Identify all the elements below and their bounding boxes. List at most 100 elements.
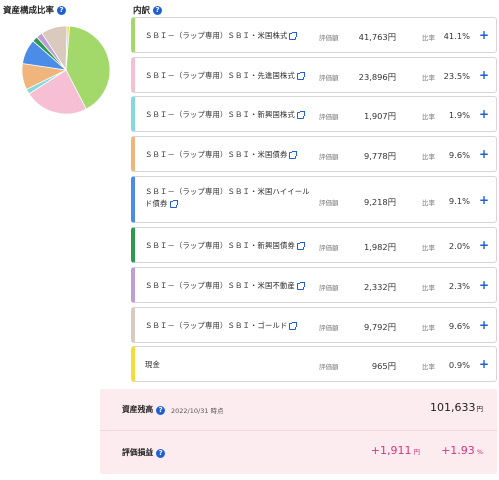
holding-name[interactable]: ＳＢＩ－（ラップ専用）ＳＢＩ・米国株式 [145,30,315,42]
profit-loss-rate-value: +1.93 [441,444,475,457]
holding-name[interactable]: ＳＢＩ－（ラップ専用）ＳＢＩ・新興国債券 [145,240,315,252]
holding-name-text[interactable]: ＳＢＩ－（ラップ専用）ＳＢＩ・米国債券 [145,150,287,159]
holding-name-text[interactable]: ＳＢＩ－（ラップ専用）ＳＢＩ・新興国債券 [145,241,295,250]
holding-ratio: 23.5% [443,71,470,81]
holding-name-text[interactable]: ＳＢＩ－（ラップ専用）ＳＢＩ・新興国株式 [145,110,295,119]
eval-label: 評価額 [319,74,339,82]
holding-card: ＳＢＩ－（ラップ専用）ＳＢＩ・先進国株式 評価額 23,896円 比率 23.5% + [131,57,497,93]
holding-amount: 9,792円 [363,322,396,332]
eval-label: 評価額 [319,244,339,252]
holding-card: ＳＢＩ－（ラップ専用）ＳＢＩ・米国株式 評価額 41,763円 比率 41.1% + [131,17,497,53]
eval-label: 評価額 [319,363,339,371]
ratio-label: 比率 [422,34,435,42]
ratio-label: 比率 [422,284,435,292]
holding-amount: 1,982円 [363,242,396,252]
holding-name-text[interactable]: ＳＢＩ－（ラップ専用）ＳＢＩ・米国株式 [145,31,287,40]
expand-plus-icon[interactable]: + [479,238,489,252]
holding-name[interactable]: ＳＢＩ－（ラップ専用）ＳＢＩ・ゴールド [145,320,315,332]
ratio-label: 比率 [422,363,435,371]
breakdown-title-text: 内訳 [133,6,151,16]
holding-card: ＳＢＩ－（ラップ専用）ＳＢＩ・新興国株式 評価額 1,907円 比率 1.9% + [131,96,497,132]
eval-label: 評価額 [319,113,339,121]
profit-loss-rate-unit: % [476,448,483,456]
balance-amount: 101,633円 [430,401,483,414]
profit-loss-label: 評価損益? [122,447,166,458]
ratio-label: 比率 [422,198,435,207]
help-icon[interactable]: ? [153,6,163,15]
balance-unit: 円 [476,405,484,413]
expand-plus-icon[interactable]: + [479,107,489,121]
external-link-icon[interactable] [296,110,305,119]
ratio-label: 比率 [422,113,435,121]
holding-amount: 9,218円 [363,196,396,207]
holding-amount: 965円 [371,361,396,371]
profit-loss-amount: +1,911 円 [371,444,420,457]
holding-ratio: 1.9% [448,110,470,120]
expand-plus-icon[interactable]: + [479,68,489,82]
composition-title-text: 資産構成比率 [3,6,55,16]
holding-name[interactable]: ＳＢＩ－（ラップ専用）ＳＢＩ・米国不動産 [145,280,315,292]
holding-name[interactable]: ＳＢＩ－（ラップ専用）ＳＢＩ・新興国株式 [145,109,315,121]
eval-label: 評価額 [319,284,339,292]
ratio-label: 比率 [422,74,435,82]
holding-name-text[interactable]: ＳＢＩ－（ラップ専用）ＳＢＩ・米国不動産 [145,281,295,290]
pie-svg [21,25,111,115]
profit-loss-label-text: 評価損益 [122,448,154,457]
expand-plus-icon[interactable]: + [479,147,489,161]
holding-name[interactable]: ＳＢＩ－（ラップ専用）ＳＢＩ・米国債券 [145,149,315,161]
profit-loss-rate: +1.93% [441,444,483,457]
holding-ratio: 9.6% [448,150,470,160]
divider [100,430,497,431]
holding-amount: 9,778円 [363,151,396,161]
ratio-label: 比率 [422,153,435,161]
holding-amount: 1,907円 [363,111,396,121]
eval-label: 評価額 [319,324,339,332]
holding-name-text[interactable]: ＳＢＩ－（ラップ専用）ＳＢＩ・ゴールド [145,321,287,330]
holding-amount: 23,896円 [358,72,396,82]
external-link-icon[interactable] [169,199,178,208]
external-link-icon[interactable] [296,241,305,250]
balance-label: 資産残高? [122,404,166,415]
holding-ratio: 2.0% [448,241,470,251]
help-icon[interactable]: ? [156,405,166,415]
ratio-label: 比率 [422,244,435,252]
summary-panel: 資産残高? 2022/10/31 時点 101,633円 評価損益? +1,91… [100,389,497,474]
holding-card: ＳＢＩ－（ラップ専用）ＳＢＩ・米国不動産 評価額 2,332円 比率 2.3% + [131,267,497,303]
eval-label: 評価額 [319,198,339,207]
expand-plus-icon[interactable]: + [479,28,489,42]
external-link-icon[interactable] [289,150,298,159]
composition-pie-chart [20,24,112,116]
holding-name[interactable]: ＳＢＩ－（ラップ専用）ＳＢＩ・先進国株式 [145,70,315,82]
holding-ratio: 2.3% [448,281,470,291]
holding-card: ＳＢＩ－（ラップ専用）ＳＢＩ・新興国債券 評価額 1,982円 比率 2.0% + [131,227,497,263]
composition-title: 資産構成比率? [3,4,67,16]
holding-ratio: 9.6% [448,321,470,331]
ratio-label: 比率 [422,324,435,332]
holding-name-text[interactable]: ＳＢＩ－（ラップ専用）ＳＢＩ・先進国株式 [145,71,295,80]
holding-name[interactable]: 現金 [145,359,315,371]
help-icon[interactable]: ? [57,6,67,15]
holding-card: ＳＢＩ－（ラップ専用）ＳＢＩ・米国債券 評価額 9,778円 比率 9.6% + [131,136,497,172]
expand-plus-icon[interactable]: + [479,193,489,207]
external-link-icon[interactable] [289,321,298,330]
profit-loss-amount-value: +1,911 [370,444,412,457]
holding-ratio: 0.9% [448,360,470,370]
expand-plus-icon[interactable]: + [479,357,489,371]
holding-ratio: 9.1% [448,195,470,206]
balance-date: 2022/10/31 時点 [171,407,224,415]
holding-name-text[interactable]: 現金 [145,360,160,369]
external-link-icon[interactable] [296,281,305,290]
eval-label: 評価額 [319,34,339,42]
eval-label: 評価額 [319,153,339,161]
external-link-icon[interactable] [289,31,298,40]
breakdown-title: 内訳? [133,4,163,16]
holding-card: ＳＢＩ－（ラップ専用）ＳＢＩ・米国ハイイールド債券 評価額 9,218円 比率 9.1%… [131,176,497,223]
balance-amount-value: 101,633 [430,401,476,414]
holding-ratio: 41.1% [443,31,470,41]
expand-plus-icon[interactable]: + [479,278,489,292]
holding-name[interactable]: ＳＢＩ－（ラップ専用）ＳＢＩ・米国ハイイールド債券 [145,186,315,210]
help-icon[interactable]: ? [156,448,166,458]
holding-amount: 41,763円 [358,32,396,42]
external-link-icon[interactable] [296,71,305,80]
expand-plus-icon[interactable]: + [479,318,489,332]
